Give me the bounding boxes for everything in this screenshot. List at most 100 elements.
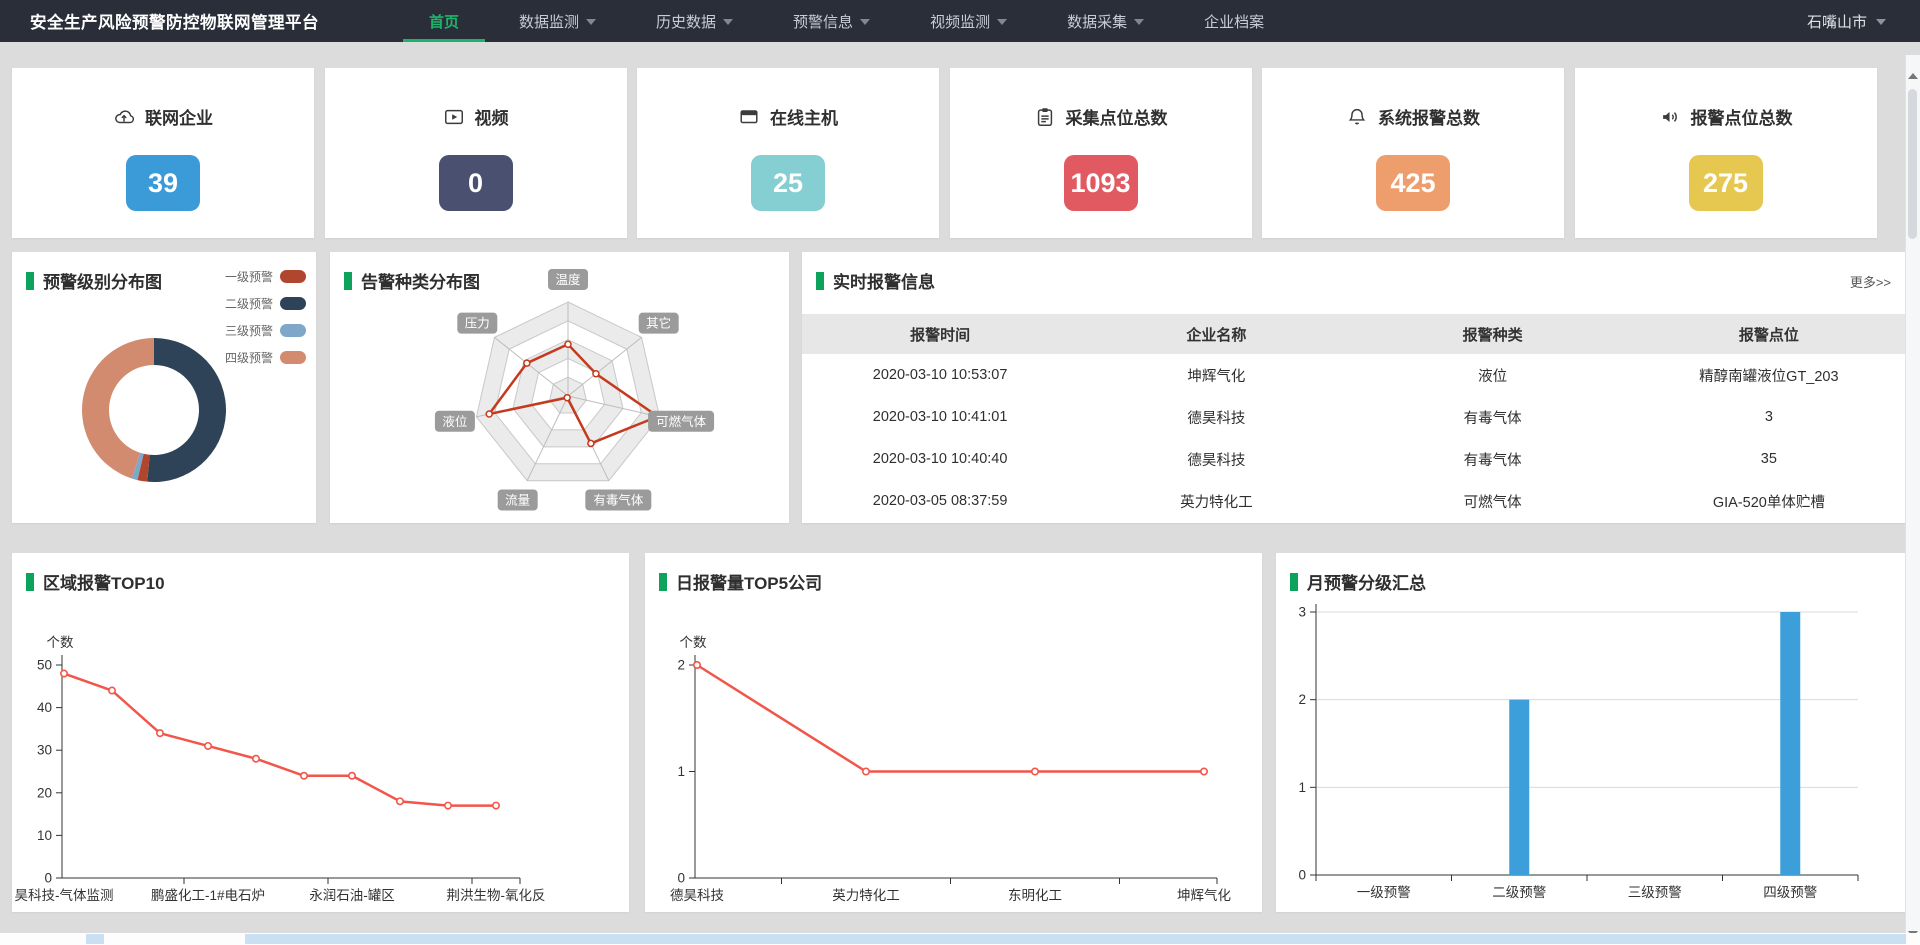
nav-item-3[interactable]: 预警信息 xyxy=(763,0,900,42)
nav-item-4[interactable]: 视频监测 xyxy=(900,0,1037,42)
table-cell: 英力特化工 xyxy=(1078,480,1354,522)
svg-text:二级预警: 二级预警 xyxy=(1492,885,1546,900)
svg-text:昊科技-气体监测: 昊科技-气体监测 xyxy=(15,888,114,903)
svg-text:有毒气体: 有毒气体 xyxy=(593,493,644,508)
svg-text:1: 1 xyxy=(1298,780,1306,795)
svg-text:英力特化工: 英力特化工 xyxy=(832,887,900,903)
table-cell: 德昊科技 xyxy=(1078,438,1354,480)
table-cell: 可燃气体 xyxy=(1355,480,1631,522)
svg-text:液位: 液位 xyxy=(442,414,467,429)
more-link[interactable]: 更多>> xyxy=(1850,272,1891,291)
svg-text:50: 50 xyxy=(37,658,52,673)
table-cell: 德昊科技 xyxy=(1078,396,1354,438)
svg-text:0: 0 xyxy=(1298,868,1306,883)
chevron-down-icon xyxy=(723,19,733,25)
table-cell: 2020-03-10 10:40:40 xyxy=(802,438,1078,480)
region-alarm-top10-panel: 区域报警TOP10 01020304050个数昊科技-气体监测鹏盛化工-1#电石… xyxy=(12,553,629,912)
vertical-scrollbar[interactable] xyxy=(1905,55,1920,945)
svg-text:2: 2 xyxy=(1298,692,1306,707)
title-block-icon xyxy=(344,272,352,290)
top-navbar: 安全生产风险预警防控物联网管理平台 首页 数据监测 历史数据 预警信息 视频监测 数据采集… xyxy=(0,0,1920,42)
svg-text:0: 0 xyxy=(677,871,685,886)
app-title: 安全生产风险预警防控物联网管理平台 xyxy=(30,0,319,42)
main-nav: 首页 数据监测 历史数据 预警信息 视频监测 数据采集 企业档案 xyxy=(399,0,1294,42)
nav-item-label: 企业档案 xyxy=(1204,11,1264,32)
legend-swatch xyxy=(280,270,306,283)
legend-item-1: 二级预警 xyxy=(225,295,306,312)
vertical-scroll-thumb[interactable] xyxy=(1908,89,1917,239)
table-cell: 2020-03-05 08:37:59 xyxy=(802,480,1078,522)
nav-item-label: 数据监测 xyxy=(519,11,579,32)
svg-text:坤辉气化: 坤辉气化 xyxy=(1177,888,1231,903)
nav-item-0[interactable]: 首页 xyxy=(399,0,489,42)
table-cell: 有毒气体 xyxy=(1355,396,1631,438)
table-row-1[interactable]: 2020-03-10 10:41:01德昊科技有毒气体3 xyxy=(802,396,1907,438)
svg-text:温度: 温度 xyxy=(555,272,581,287)
svg-text:东明化工: 东明化工 xyxy=(1008,888,1062,903)
scroll-up-icon[interactable] xyxy=(1908,73,1918,79)
stat-card-4: 系统报警总数425 xyxy=(1262,68,1564,238)
region-selector[interactable]: 石嘴山市 xyxy=(1807,0,1886,42)
column-header: 报警种类 xyxy=(1355,314,1631,354)
legend-swatch xyxy=(280,351,306,364)
svg-text:0: 0 xyxy=(44,871,52,886)
radar-axis-label: 压力 xyxy=(457,313,497,334)
legend-label: 四级预警 xyxy=(225,349,273,366)
chevron-down-icon xyxy=(997,19,1007,25)
svg-text:德昊科技: 德昊科技 xyxy=(670,888,724,903)
video-icon xyxy=(443,106,465,128)
svg-text:个数: 个数 xyxy=(680,635,708,650)
stat-card-label: 联网企业 xyxy=(145,104,213,129)
table-row-0[interactable]: 2020-03-10 10:53:07坤辉气化液位精醇南罐液位GT_203 xyxy=(802,354,1907,396)
realtime-alarm-table: 报警时间企业名称报警种类报警点位2020-03-10 10:53:07坤辉气化液… xyxy=(802,314,1907,522)
stat-card-value: 1093 xyxy=(1064,155,1138,211)
svg-text:压力: 压力 xyxy=(465,317,490,331)
chevron-down-icon xyxy=(860,19,870,25)
cloud-upload-icon xyxy=(113,106,135,128)
nav-item-6[interactable]: 企业档案 xyxy=(1174,0,1294,42)
radar-axis-label: 有毒气体 xyxy=(585,490,651,511)
svg-text:10: 10 xyxy=(37,828,52,843)
nav-item-label: 视频监测 xyxy=(930,11,990,32)
svg-text:可燃气体: 可燃气体 xyxy=(656,414,707,429)
svg-text:四级预警: 四级预警 xyxy=(1763,885,1817,900)
nav-item-2[interactable]: 历史数据 xyxy=(626,0,763,42)
stat-card-label: 采集点位总数 xyxy=(1066,104,1168,129)
table-cell: 35 xyxy=(1631,438,1907,480)
alarm-level-panel: 预警级别分布图 一级预警二级预警三级预警四级预警 xyxy=(12,252,316,523)
chevron-down-icon xyxy=(1876,19,1886,25)
column-header: 企业名称 xyxy=(1078,314,1354,354)
radar-axis-label: 液位 xyxy=(435,411,475,432)
svg-text:流量: 流量 xyxy=(505,494,530,508)
title-block-icon xyxy=(1290,573,1298,591)
stat-card-value: 275 xyxy=(1689,155,1763,211)
host-monitor-icon xyxy=(738,106,760,128)
horizontal-scrollbar[interactable] xyxy=(0,933,1920,945)
table-cell: 2020-03-10 10:41:01 xyxy=(802,396,1078,438)
stat-card-value: 25 xyxy=(751,155,825,211)
horizontal-scroll-notch xyxy=(86,934,104,944)
nav-item-label: 预警信息 xyxy=(793,11,853,32)
monthly-warning-bar-chart: 0123一级预警二级预警三级预警四级预警 xyxy=(1276,553,1907,912)
svg-text:一级预警: 一级预警 xyxy=(1357,885,1411,900)
table-cell: 精醇南罐液位GT_203 xyxy=(1631,354,1907,396)
svg-text:个数: 个数 xyxy=(47,635,74,650)
title-block-icon xyxy=(26,272,34,290)
realtime-alarm-panel: 实时报警信息 更多>> 报警时间企业名称报警种类报警点位2020-03-10 1… xyxy=(802,252,1907,523)
nav-item-1[interactable]: 数据监测 xyxy=(489,0,626,42)
chevron-down-icon xyxy=(1134,19,1144,25)
svg-text:2: 2 xyxy=(677,658,685,673)
speaker-icon xyxy=(1659,106,1681,128)
title-block-icon xyxy=(26,573,34,591)
table-row-2[interactable]: 2020-03-10 10:40:40德昊科技有毒气体35 xyxy=(802,438,1907,480)
bell-icon xyxy=(1346,106,1368,128)
horizontal-scroll-thumb[interactable] xyxy=(245,934,1906,944)
table-row-3[interactable]: 2020-03-05 08:37:59英力特化工可燃气体GIA-520单体贮槽 xyxy=(802,480,1907,522)
nav-item-5[interactable]: 数据采集 xyxy=(1037,0,1174,42)
svg-text:鹏盛化工-1#电石炉: 鹏盛化工-1#电石炉 xyxy=(151,888,265,903)
svg-text:20: 20 xyxy=(37,785,52,800)
svg-text:1: 1 xyxy=(677,764,685,779)
svg-text:永润石油-罐区: 永润石油-罐区 xyxy=(309,888,395,903)
panel-title: 实时报警信息 xyxy=(816,268,935,293)
legend-item-0: 一级预警 xyxy=(225,268,306,285)
